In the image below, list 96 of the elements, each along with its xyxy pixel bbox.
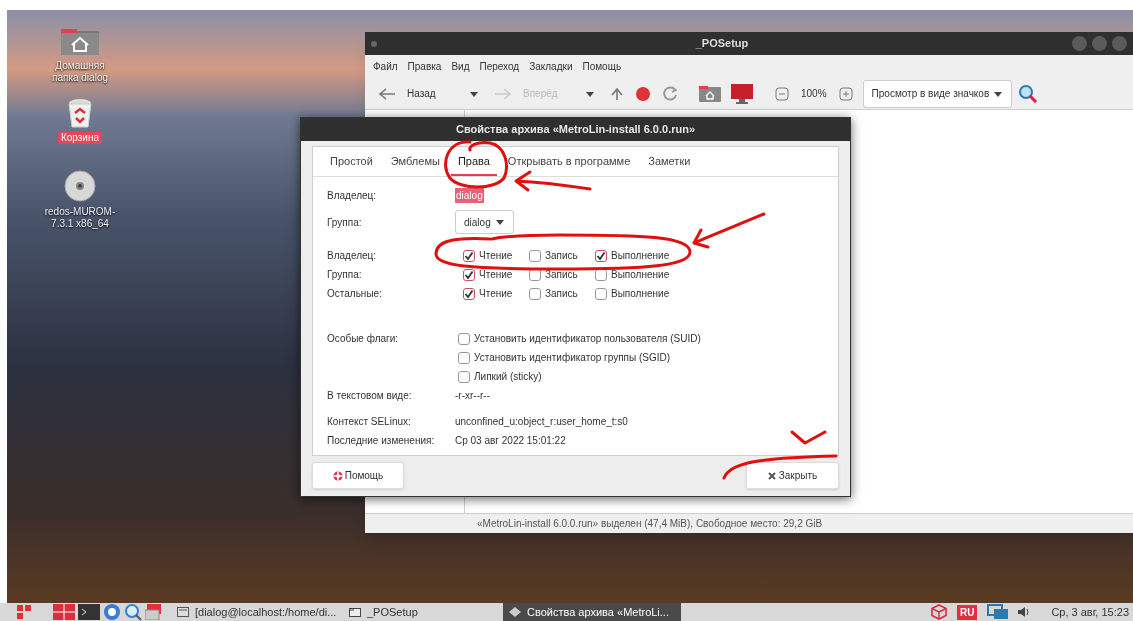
checkbox[interactable] [458, 332, 470, 345]
field-label: Владелец: [327, 249, 378, 263]
app-grid-icon [53, 604, 75, 620]
checkbox-label[interactable]: Запись [545, 248, 578, 263]
menu-item[interactable]: Правка [407, 59, 442, 74]
checkbox-label[interactable]: Выполнение [611, 248, 670, 263]
back-button[interactable]: Назад [377, 85, 479, 102]
folder-home-icon [60, 28, 100, 56]
trash-bin-icon [66, 98, 94, 128]
tab[interactable]: Открывать в программе [500, 148, 638, 176]
field-label: В текстовом виде: [327, 389, 413, 403]
group-dropdown[interactable]: dialog [455, 210, 514, 234]
field-label: Группа: [327, 268, 363, 282]
info-value: unconfined_u:object_r:user_home_t:s0 [455, 415, 628, 429]
menu-item[interactable]: Закладки [529, 59, 573, 74]
checkbox[interactable] [595, 287, 607, 300]
zoom-out-icon [775, 86, 789, 101]
tab[interactable]: Простой [323, 148, 380, 176]
tab[interactable]: Заметки [641, 148, 698, 176]
checkbox[interactable] [529, 287, 541, 300]
caret-icon [494, 218, 505, 226]
status-bar-text: «MetroLin-install 6.0.0.run» выделен (47,4 MiB), Свободное место: 29,2 GiB [476, 517, 823, 531]
tab[interactable]: Эмблемы [383, 148, 447, 176]
dialog-title: Свойства архива «MetroLin-install 6.0.0.run» [301, 118, 850, 141]
disc-icon [64, 170, 96, 202]
start-menu-icon [17, 605, 33, 619]
field-label: Группа: [327, 215, 363, 230]
computer-icon [731, 83, 753, 104]
arrow-icon [377, 85, 397, 102]
arrow-icon [493, 85, 513, 102]
diamond-icon [509, 607, 521, 617]
network-icon [987, 604, 1010, 620]
checkbox-label[interactable]: Установить идентификатор группы (SGID) [474, 350, 671, 365]
caret-icon [469, 89, 479, 98]
keyboard-layout-indicator[interactable]: RU [956, 604, 978, 620]
checkbox-label[interactable]: Чтение [479, 248, 513, 263]
zoom-level: 100% [801, 87, 827, 101]
menu-item[interactable]: Файл [373, 59, 398, 74]
checkbox-label[interactable]: Липкий (sticky) [474, 369, 542, 384]
folder-icon [349, 607, 361, 617]
field-label: Последние изменения: [327, 434, 436, 448]
lifebuoy-icon [332, 470, 343, 481]
close-button[interactable]: Закрыть [746, 462, 839, 489]
taskbar-task[interactable]: _POSetup [343, 603, 443, 621]
info-value: Ср 03 авг 2022 15:01:22 [455, 434, 566, 448]
tab[interactable]: Права [450, 148, 497, 176]
clock: Ср, 3 авг, 15:23 [1051, 604, 1130, 620]
checkbox[interactable] [463, 287, 475, 300]
checkbox[interactable] [458, 370, 470, 383]
desktop-icon-label[interactable]: Корзина [57, 132, 103, 144]
permission-string: -r-xr--r-- [455, 389, 490, 403]
checkbox[interactable] [458, 351, 470, 364]
checkbox[interactable] [595, 249, 607, 262]
window-menu-icon[interactable] [371, 40, 377, 47]
checkbox-label[interactable]: Установить идентификатор пользователя (SUID) [474, 331, 701, 346]
minimize-icon[interactable] [1072, 36, 1087, 51]
field-label: Контекст SELinux: [327, 415, 412, 429]
menu-item[interactable]: Переход [479, 59, 520, 74]
browser-icon [103, 603, 121, 621]
home-folder-icon [699, 85, 721, 102]
checkbox-label[interactable]: Выполнение [611, 286, 670, 301]
checkbox-label[interactable]: Чтение [479, 286, 513, 301]
annotation-check-mark [790, 430, 827, 445]
checkbox[interactable] [529, 249, 541, 262]
up-arrow-icon [609, 85, 625, 102]
search-icon [1018, 83, 1039, 104]
menu-item[interactable]: Помощь [582, 59, 622, 74]
taskbar-task[interactable]: [dialog@localhost:/home/di... [171, 603, 343, 621]
checkbox-label[interactable]: Запись [545, 286, 578, 301]
field-label: Особые флаги: [327, 332, 400, 346]
field-label: Владелец: [327, 188, 378, 203]
maximize-icon[interactable] [1092, 36, 1107, 51]
window-title: _POSetup [694, 36, 750, 52]
checkbox-label[interactable]: Чтение [479, 267, 513, 282]
reload-icon [661, 84, 679, 103]
close-icon [767, 471, 776, 480]
caret-icon [993, 89, 1004, 98]
desktop-icon-label[interactable]: redos-MUROM-7.3.1 x86_64 [40, 206, 120, 230]
magnifier-icon [124, 603, 142, 621]
package-icon [930, 604, 947, 620]
checkbox-label[interactable]: Выполнение [611, 267, 670, 282]
speaker-icon [1017, 606, 1032, 618]
menu-item[interactable]: Вид [451, 59, 470, 74]
checkbox[interactable] [463, 249, 475, 262]
owner-value: dialog [455, 187, 484, 203]
view-mode-dropdown[interactable]: Просмотр в виде значков [862, 79, 1013, 108]
caret-icon [585, 89, 595, 98]
zoom-in-icon [838, 86, 853, 101]
stop-icon [635, 85, 651, 102]
close-icon[interactable] [1112, 36, 1127, 51]
field-label: Остальные: [327, 287, 383, 301]
help-button[interactable]: Помощь [312, 462, 404, 489]
checkbox-label[interactable]: Запись [545, 267, 578, 282]
terminal-icon [177, 607, 189, 617]
taskbar-task[interactable]: Свойства архива «MetroLi... [503, 603, 681, 621]
checkbox[interactable] [463, 268, 475, 281]
